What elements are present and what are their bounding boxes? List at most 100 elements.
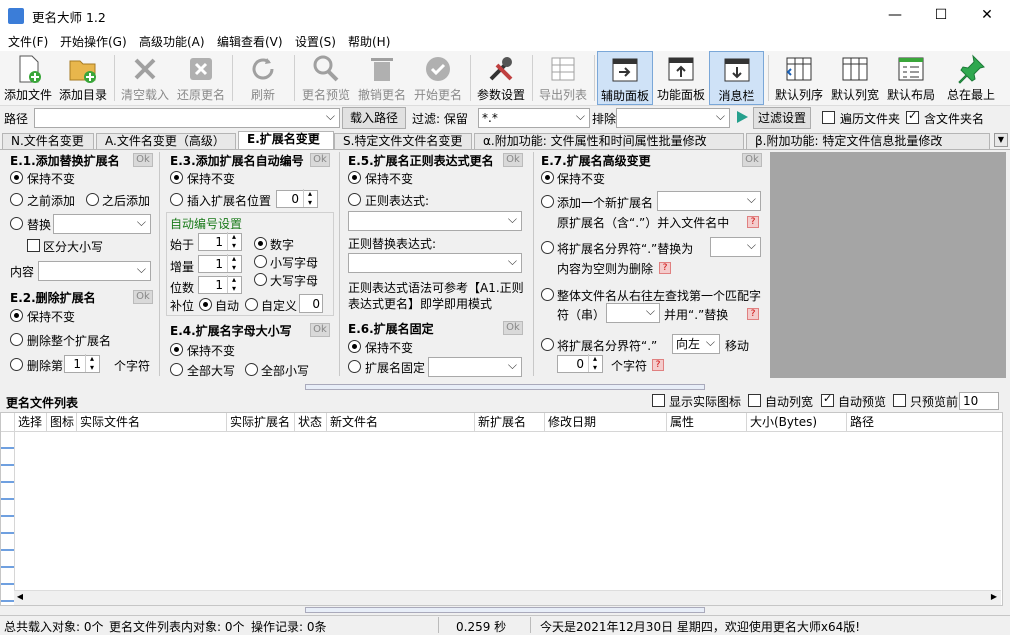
- e7-dir-select[interactable]: 向左: [672, 334, 720, 354]
- col-select[interactable]: 选择: [15, 413, 47, 431]
- scroll-left-icon[interactable]: ◀: [14, 592, 26, 604]
- e2-ok-button[interactable]: Ok: [133, 290, 153, 304]
- e7-str-select[interactable]: [606, 303, 660, 323]
- e3-step-spinner[interactable]: 1: [198, 254, 242, 273]
- exclude-input[interactable]: [616, 108, 730, 128]
- e7-help-icon-1[interactable]: ?: [747, 216, 759, 228]
- e3-pad-auto-radio[interactable]: [199, 298, 212, 311]
- menu-start[interactable]: 开始操作(G): [60, 33, 127, 50]
- e7-sep-replace-select[interactable]: [710, 237, 761, 257]
- e4-upper-radio[interactable]: [170, 363, 183, 376]
- e3-ok-button[interactable]: Ok: [310, 153, 330, 167]
- play-filter-icon[interactable]: [735, 110, 749, 124]
- filter-keep-input[interactable]: *.*: [478, 108, 590, 128]
- e6-ok-button[interactable]: Ok: [503, 321, 523, 335]
- auto-preview-checkbox[interactable]: [821, 392, 834, 407]
- e3-pad-custom-radio[interactable]: [245, 298, 258, 311]
- e7-help-icon-4[interactable]: ?: [652, 359, 664, 371]
- e7-search-radio[interactable]: [541, 288, 554, 301]
- auto-width-checkbox[interactable]: [748, 394, 761, 407]
- panel-splitter[interactable]: [305, 384, 705, 390]
- menu-settings[interactable]: 设置(S): [295, 33, 336, 50]
- restore-name-button[interactable]: 还原更名: [174, 51, 228, 105]
- close-icon[interactable]: ✕: [964, 0, 1010, 31]
- col-new-filename[interactable]: 新文件名: [327, 413, 475, 431]
- default-order-button[interactable]: 默认列序: [772, 51, 826, 105]
- e3-start-spinner[interactable]: 1: [198, 232, 242, 251]
- traverse-checkbox[interactable]: [822, 111, 835, 124]
- e1-case-checkbox[interactable]: [27, 239, 40, 252]
- e3-upper-radio[interactable]: [254, 273, 267, 286]
- col-new-extension[interactable]: 新扩展名: [475, 413, 545, 431]
- col-size[interactable]: 大小(Bytes): [747, 413, 847, 431]
- tab-s[interactable]: S.特定文件文件名变更: [334, 133, 472, 149]
- e1-before-radio[interactable]: [10, 193, 23, 206]
- e5-regex-select[interactable]: [348, 211, 522, 231]
- msg-bar-button[interactable]: 消息栏: [709, 51, 764, 105]
- e7-help-icon-3[interactable]: ?: [747, 308, 759, 320]
- e1-after-radio[interactable]: [86, 193, 99, 206]
- e6-fixed-select[interactable]: [428, 357, 522, 377]
- scroll-right-icon[interactable]: ▶: [988, 592, 1000, 604]
- col-filename[interactable]: 实际文件名: [77, 413, 227, 431]
- horizontal-scrollbar[interactable]: ◀ ▶: [14, 590, 1001, 605]
- e1-replace-select[interactable]: [53, 214, 151, 234]
- tab-a[interactable]: A.文件名变更（高级）: [96, 133, 236, 149]
- e7-add-new-select[interactable]: [657, 191, 761, 211]
- col-attr[interactable]: 属性: [667, 413, 747, 431]
- e7-move-spinner[interactable]: 0: [557, 354, 603, 373]
- path-input[interactable]: [34, 108, 340, 128]
- params-button[interactable]: 参数设置: [474, 51, 528, 105]
- e6-fixed-radio[interactable]: [348, 360, 361, 373]
- e1-keep-radio[interactable]: [10, 171, 23, 184]
- col-icon[interactable]: 图标: [47, 413, 77, 431]
- always-top-button[interactable]: 总在最上: [944, 51, 998, 105]
- e3-insert-radio[interactable]: [170, 193, 183, 206]
- minimize-icon[interactable]: —: [872, 0, 918, 31]
- start-rename-button[interactable]: 开始更名: [410, 51, 466, 105]
- vertical-scrollbar[interactable]: [1003, 412, 1010, 606]
- export-list-button[interactable]: 导出列表: [536, 51, 590, 105]
- e7-ok-button[interactable]: Ok: [742, 153, 762, 167]
- menu-help[interactable]: 帮助(H): [348, 33, 390, 50]
- tab-beta[interactable]: β.附加功能: 特定文件信息批量修改: [746, 133, 990, 149]
- e7-help-icon-2[interactable]: ?: [659, 262, 671, 274]
- bottom-splitter[interactable]: [305, 607, 705, 613]
- maximize-icon[interactable]: ☐: [918, 0, 964, 31]
- e3-digits-spinner[interactable]: 1: [198, 275, 242, 294]
- include-dir-checkbox[interactable]: [906, 109, 919, 124]
- e7-sep-replace-radio[interactable]: [541, 241, 554, 254]
- preview-count-input[interactable]: 10: [959, 392, 999, 410]
- default-layout-button[interactable]: 默认布局: [884, 51, 938, 105]
- e5-ok-button[interactable]: Ok: [503, 153, 523, 167]
- e2-delete-all-radio[interactable]: [10, 333, 23, 346]
- e3-insert-spinner[interactable]: 0: [276, 189, 318, 208]
- e5-regex-replace-select[interactable]: [348, 253, 522, 273]
- e3-pad-input[interactable]: 0: [299, 294, 323, 313]
- e4-ok-button[interactable]: Ok: [310, 323, 330, 337]
- e4-keep-radio[interactable]: [170, 343, 183, 356]
- menu-advanced[interactable]: 高级功能(A): [139, 33, 205, 50]
- col-extension[interactable]: 实际扩展名: [227, 413, 295, 431]
- menu-edit-view[interactable]: 编辑查看(V): [217, 33, 283, 50]
- default-width-button[interactable]: 默认列宽: [828, 51, 882, 105]
- e2-delete-nth-radio[interactable]: [10, 358, 23, 371]
- aux-panel-button[interactable]: 辅助面板: [597, 51, 653, 105]
- e6-keep-radio[interactable]: [348, 340, 361, 353]
- e1-ok-button[interactable]: Ok: [133, 153, 153, 167]
- clear-load-button[interactable]: 清空载入: [118, 51, 172, 105]
- col-modified[interactable]: 修改日期: [545, 413, 667, 431]
- show-icon-checkbox[interactable]: [652, 394, 665, 407]
- e4-lower-radio[interactable]: [245, 363, 258, 376]
- func-panel-button[interactable]: 功能面板: [654, 51, 708, 105]
- menu-file[interactable]: 文件(F): [8, 33, 48, 50]
- refresh-button[interactable]: 刷新: [236, 51, 290, 105]
- load-path-button[interactable]: 载入路径: [342, 107, 406, 129]
- e1-content-select[interactable]: [38, 261, 151, 281]
- e7-sep-move-radio[interactable]: [541, 338, 554, 351]
- tab-alpha[interactable]: α.附加功能: 文件属性和时间属性批量修改: [474, 133, 744, 149]
- e1-replace-radio[interactable]: [10, 217, 23, 230]
- tab-scroll-down-icon[interactable]: ▼: [994, 133, 1008, 147]
- add-dir-button[interactable]: 添加目录: [56, 51, 110, 105]
- only-preview-checkbox[interactable]: [893, 394, 906, 407]
